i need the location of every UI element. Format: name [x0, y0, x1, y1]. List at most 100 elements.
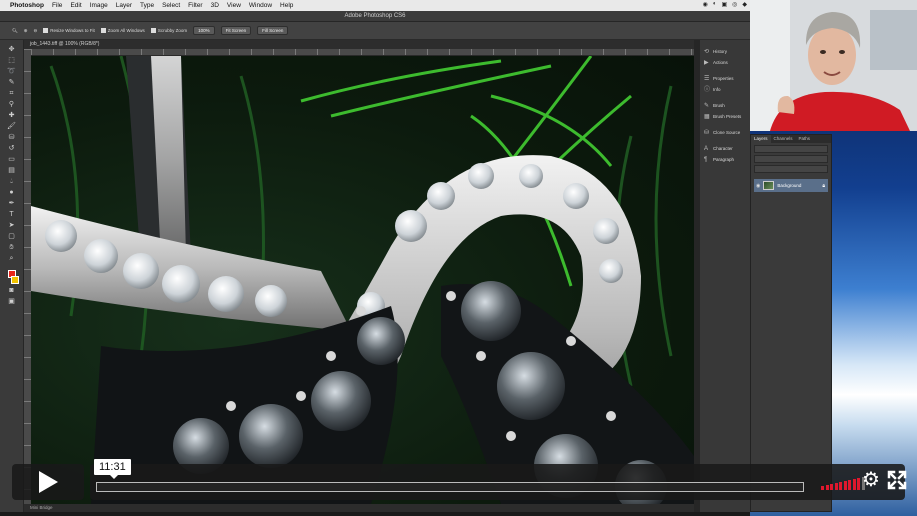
eraser-tool-icon[interactable]: ▭ — [6, 156, 18, 164]
dock-info[interactable]: ⓘ Info — [700, 84, 750, 95]
blur-tool-icon[interactable]: 💧︎ — [6, 178, 18, 186]
dock-properties[interactable]: ☰ Properties — [700, 73, 750, 84]
status-icon-3[interactable]: ▣ — [721, 1, 727, 8]
scrubby-zoom-checkbox[interactable]: Scrubby Zoom — [150, 28, 187, 33]
dock-brush-presets[interactable]: ▦ Brush Presets — [700, 111, 750, 122]
dodge-tool-icon[interactable]: ● — [6, 189, 18, 197]
screen: Photoshop File Edit Image Layer Type Sel… — [0, 0, 917, 516]
screen-mode-icon[interactable]: ▣ — [6, 298, 18, 306]
tab-channels[interactable]: Channels — [771, 135, 796, 143]
play-icon — [39, 471, 58, 493]
menu-file[interactable]: File — [52, 2, 62, 9]
settings-gear-icon[interactable]: ⚙ — [860, 469, 882, 491]
clone-stamp-tool-icon[interactable]: ⛁ — [6, 134, 18, 142]
dock-clone-source[interactable]: ⛁ Clone Source — [700, 127, 750, 138]
menu-help[interactable]: Help — [280, 2, 293, 9]
menu-3d[interactable]: 3D — [211, 2, 219, 9]
brush-tool-icon[interactable]: 🖌︎ — [6, 123, 18, 131]
paragraph-icon: ¶ — [704, 156, 708, 163]
dock-paragraph[interactable]: ¶ Paragraph — [700, 154, 750, 165]
pen-tool-icon[interactable]: ✒ — [6, 200, 18, 208]
tools-panel: ✥ ⬚ ➰ ✎ ⌗ ⚲ ✚ 🖌︎ ⛁ ↺ ▭ ▤ 💧︎ ● ✒ T ➤ ▢ ✋︎… — [0, 40, 24, 512]
status-icon-1[interactable]: ◉ — [703, 1, 708, 8]
fit-screen-button[interactable]: Fit Screen — [220, 26, 252, 35]
resize-windows-label: Resize Windows to Fit — [50, 28, 95, 33]
document-tab[interactable]: job_1443.tiff @ 100% (RGB/8*) — [24, 40, 694, 49]
zoom-in-icon[interactable]: ⊕ — [24, 28, 28, 34]
history-icon: ⟲ — [704, 48, 710, 55]
history-brush-tool-icon[interactable]: ↺ — [6, 145, 18, 153]
dock-character[interactable]: A Character — [700, 143, 750, 154]
volume-bars[interactable] — [821, 476, 865, 490]
eyedropper-tool-icon[interactable]: ⚲ — [6, 101, 18, 109]
dock-brush[interactable]: ✎ Brush — [700, 100, 750, 111]
brush-presets-icon: ▦ — [704, 113, 710, 120]
dock-properties-label: Properties — [713, 76, 734, 81]
quick-select-tool-icon[interactable]: ✎ — [6, 79, 18, 87]
lasso-tool-icon[interactable]: ➰ — [6, 68, 18, 76]
quick-mask-icon[interactable]: ◙ — [6, 287, 18, 295]
zoom-all-windows-label: Zoom All Windows — [107, 28, 145, 33]
layer-name: Background — [777, 183, 802, 188]
progress-bar[interactable] — [96, 482, 804, 492]
zoom-out-icon[interactable]: ⊖ — [34, 28, 38, 34]
fullscreen-arrows-icon — [887, 470, 907, 490]
resize-windows-checkbox[interactable]: Resize Windows to Fit — [43, 28, 95, 33]
vertical-ruler — [24, 49, 31, 504]
zoom-100-button[interactable]: 100% — [193, 26, 215, 35]
healing-tool-icon[interactable]: ✚ — [6, 112, 18, 120]
volume-bar — [825, 485, 829, 490]
shape-tool-icon[interactable]: ▢ — [6, 233, 18, 241]
dock-info-label: Info — [713, 87, 721, 92]
dock-history[interactable]: ⟲ History — [700, 46, 750, 57]
fullscreen-icon[interactable] — [886, 469, 908, 491]
actions-icon: ▶ — [704, 59, 709, 66]
menu-window[interactable]: Window — [249, 2, 272, 9]
tab-paths[interactable]: Paths — [796, 135, 814, 143]
menu-image[interactable]: Image — [90, 2, 108, 9]
panel-dock: ⟲ History ▶ Actions ☰ Properties ⓘ Info ✎ Bru… — [699, 40, 750, 512]
dock-brush-label: Brush — [713, 103, 725, 108]
play-button[interactable] — [12, 464, 84, 500]
zoom-tool-icon[interactable]: 🔍︎ — [12, 28, 18, 34]
tab-layers[interactable]: Layers — [751, 135, 771, 143]
clone-source-icon: ⛁ — [704, 129, 710, 136]
dock-actions[interactable]: ▶ Actions — [700, 57, 750, 68]
path-select-tool-icon[interactable]: ➤ — [6, 222, 18, 230]
mini-bridge-bar[interactable]: Mini Bridge — [24, 504, 694, 512]
visibility-eye-icon[interactable]: ◉ — [756, 183, 760, 189]
brush-icon: ✎ — [704, 102, 710, 109]
type-tool-icon[interactable]: T — [6, 211, 18, 219]
layer-row-background[interactable]: ◉ Background 🔒︎ — [754, 179, 828, 192]
status-icon-2[interactable]: ◐ — [713, 1, 717, 8]
character-icon: A — [704, 145, 709, 152]
layer-thumbnail — [763, 181, 775, 190]
menu-extras: ◉ ◐ ▣ ◎ ◆ — [703, 1, 747, 8]
move-tool-icon[interactable]: ✥ — [6, 46, 18, 54]
menu-edit[interactable]: Edit — [70, 2, 81, 9]
background-color-swatch[interactable] — [10, 276, 19, 284]
menu-layer[interactable]: Layer — [116, 2, 132, 9]
volume-bar — [830, 484, 833, 490]
zoom-all-windows-checkbox[interactable]: Zoom All Windows — [100, 28, 145, 33]
lock-fill-row[interactable] — [754, 165, 828, 173]
fill-screen-button[interactable]: Fill Screen — [257, 26, 289, 35]
menu-filter[interactable]: Filter — [188, 2, 202, 9]
menu-photoshop[interactable]: Photoshop — [10, 2, 44, 9]
hand-tool-icon[interactable]: ✋︎ — [6, 244, 18, 252]
info-icon: ⓘ — [704, 86, 711, 93]
document-canvas[interactable] — [31, 56, 694, 504]
menu-view[interactable]: View — [227, 2, 241, 9]
crop-tool-icon[interactable]: ⌗ — [6, 90, 18, 98]
layer-filter-row[interactable] — [754, 145, 828, 153]
gradient-tool-icon[interactable]: ▤ — [6, 167, 18, 175]
marquee-tool-icon[interactable]: ⬚ — [6, 57, 18, 65]
blend-mode-row[interactable] — [754, 155, 828, 163]
status-icon-5[interactable]: ◆ — [742, 1, 747, 8]
status-icon-4[interactable]: ◎ — [732, 1, 737, 8]
window-title: Adobe Photoshop CS6 — [0, 11, 750, 22]
menu-select[interactable]: Select — [162, 2, 180, 9]
zoom-tool-panel-icon[interactable]: ⌕ — [6, 255, 18, 263]
menu-type[interactable]: Type — [140, 2, 154, 9]
dock-brush-presets-label: Brush Presets — [713, 114, 742, 119]
